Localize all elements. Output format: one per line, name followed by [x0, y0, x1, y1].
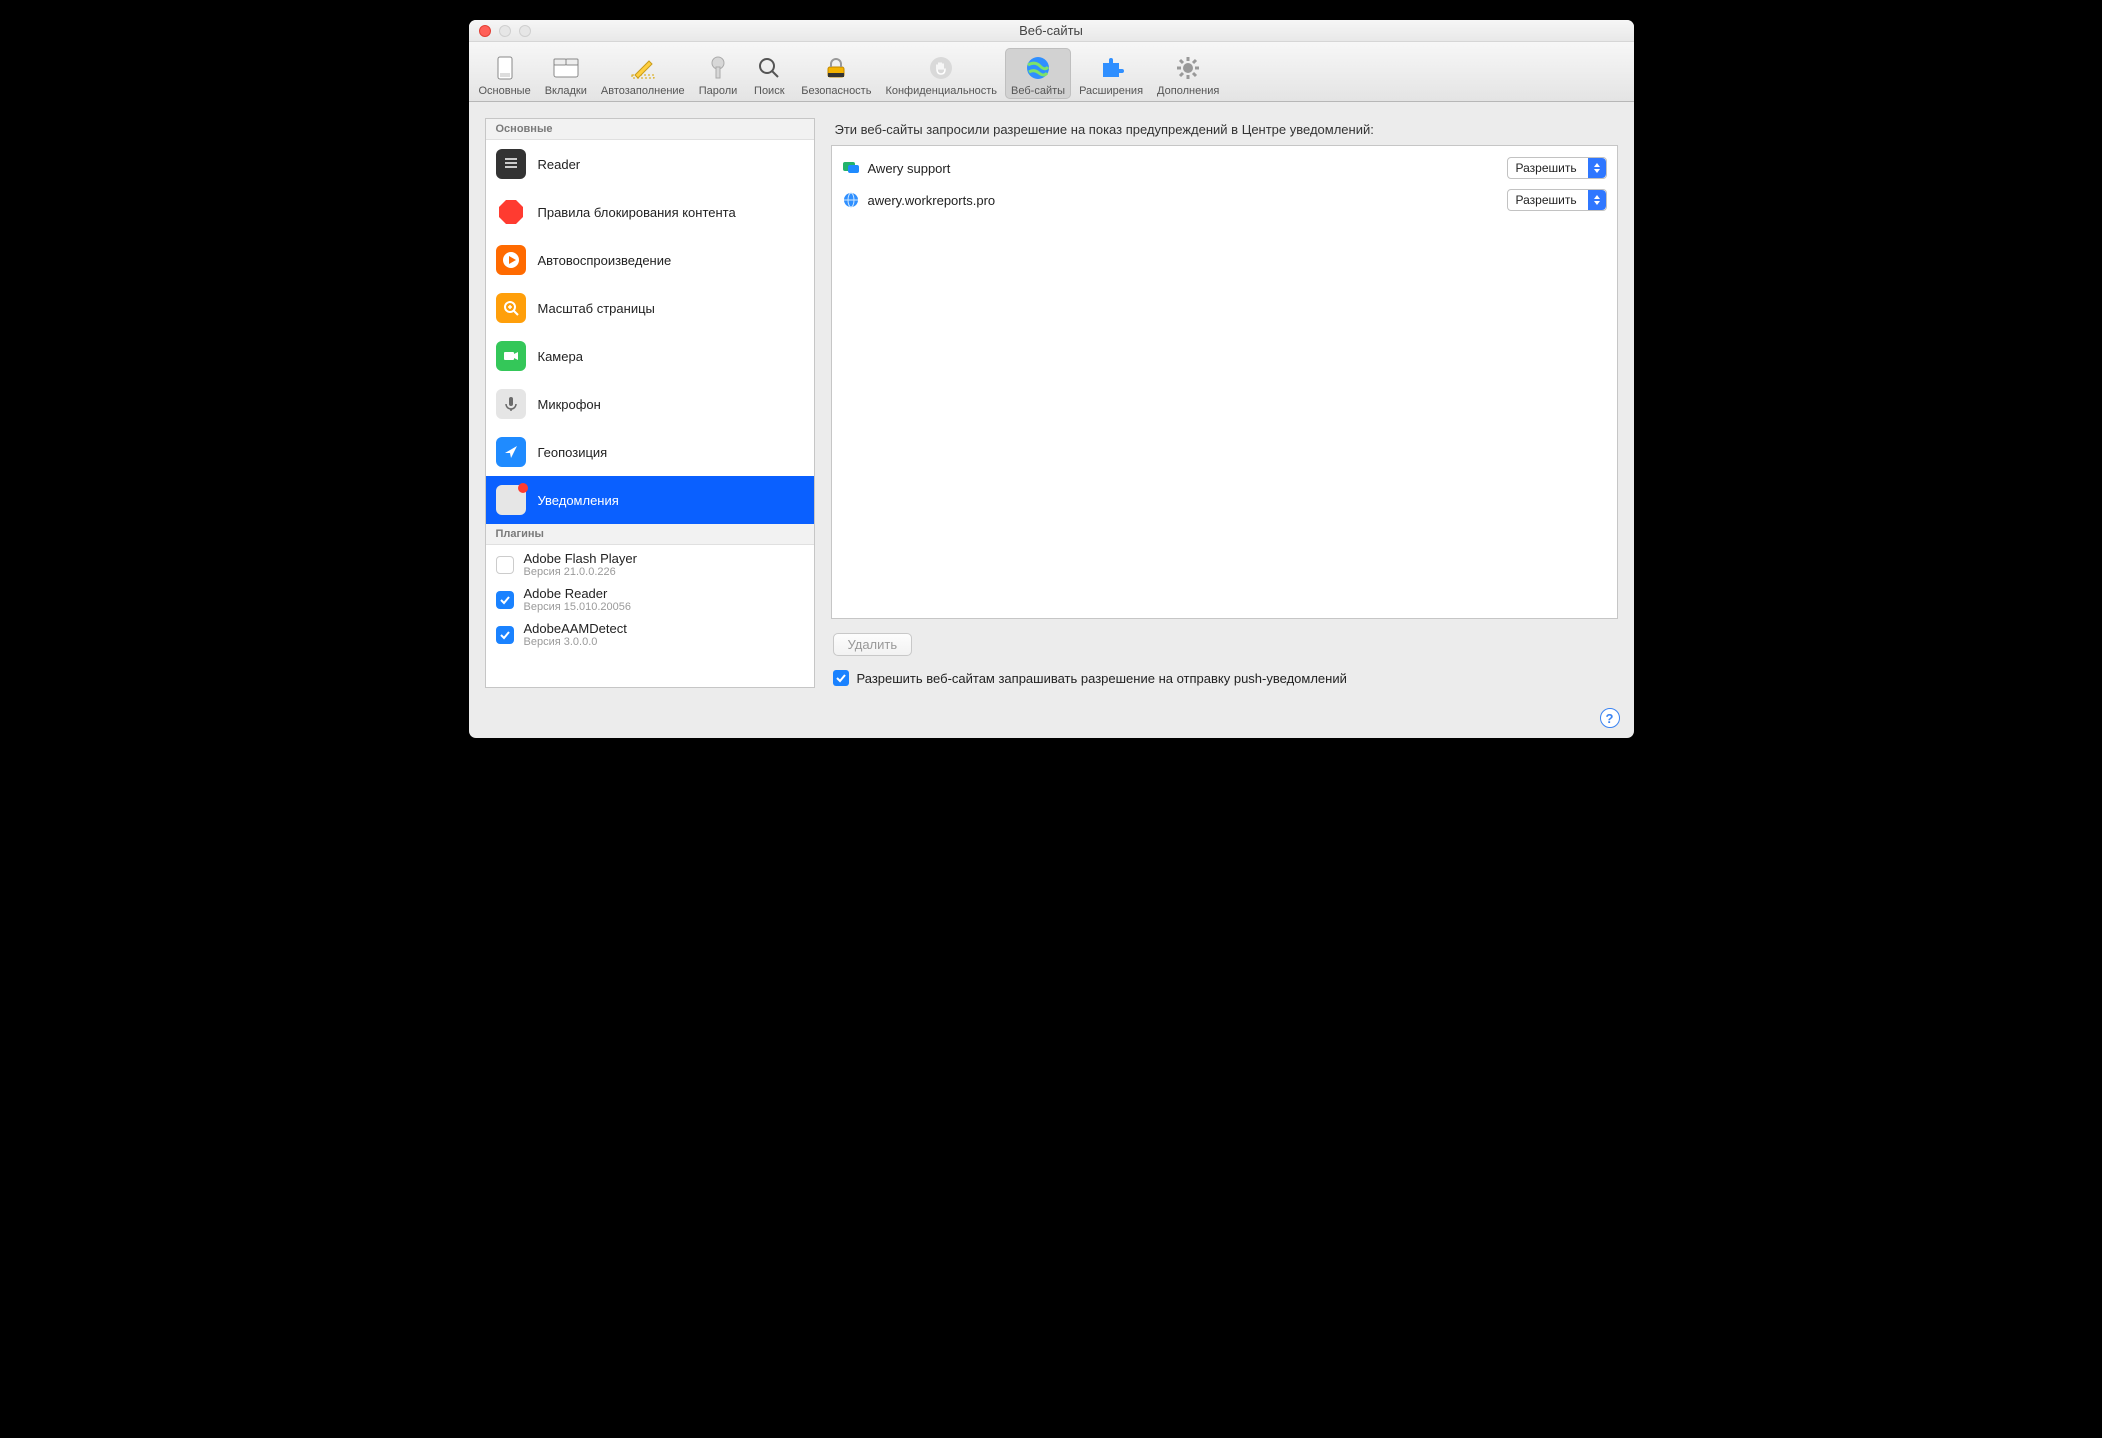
main-heading: Эти веб-сайты запросили разрешение на по… [835, 122, 1614, 137]
sidebar: Основные Reader Правила блокирования кон… [485, 118, 815, 688]
globe-icon [1022, 52, 1054, 84]
toolbar-label: Пароли [699, 85, 738, 97]
sidebar-item-label: Уведомления [538, 493, 619, 508]
globe-small-icon [842, 191, 860, 209]
sidebar-item-reader[interactable]: Reader [486, 140, 814, 188]
toolbar-label: Веб-сайты [1011, 85, 1065, 97]
plugin-name: AdobeAAMDetect [524, 621, 627, 636]
toolbar-advanced[interactable]: Дополнения [1151, 48, 1225, 99]
permission-select[interactable]: Разрешить [1507, 189, 1607, 211]
site-row[interactable]: awery.workreports.pro Разрешить [840, 184, 1609, 216]
toolbar: Основные Вкладки Автозаполнение Пароли П… [469, 42, 1634, 102]
help-area: ? [469, 704, 1634, 738]
allow-push-checkbox[interactable] [833, 670, 849, 686]
key-icon [702, 52, 734, 84]
toolbar-autofill[interactable]: Автозаполнение [595, 48, 691, 99]
site-row[interactable]: Awery support Разрешить [840, 152, 1609, 184]
allow-push-label: Разрешить веб-сайтам запрашивать разреше… [857, 671, 1347, 686]
plugin-version: Версия 15.010.20056 [524, 601, 632, 613]
notification-icon [496, 485, 526, 515]
general-icon [489, 52, 521, 84]
sidebar-item-label: Микрофон [538, 397, 601, 412]
tabs-icon [550, 52, 582, 84]
plugin-row[interactable]: Adobe Flash Player Версия 21.0.0.226 [486, 545, 814, 580]
reader-icon [496, 149, 526, 179]
plugin-name: Adobe Reader [524, 586, 632, 601]
sidebar-item-label: Автовоспроизведение [538, 253, 672, 268]
site-name: Awery support [868, 161, 1499, 176]
toolbar-label: Безопасность [801, 85, 871, 97]
select-arrows-icon [1588, 190, 1606, 210]
plugin-version: Версия 3.0.0.0 [524, 636, 627, 648]
plugin-row[interactable]: Adobe Reader Версия 15.010.20056 [486, 580, 814, 615]
preferences-window: Веб-сайты Основные Вкладки Автозаполнени… [469, 20, 1634, 738]
toolbar-label: Дополнения [1157, 85, 1219, 97]
sidebar-item-content-blockers[interactable]: Правила блокирования контента [486, 188, 814, 236]
puzzle-icon [1095, 52, 1127, 84]
sidebar-item-zoom[interactable]: Масштаб страницы [486, 284, 814, 332]
toolbar-extensions[interactable]: Расширения [1073, 48, 1149, 99]
sidebar-item-label: Reader [538, 157, 581, 172]
plugin-row[interactable]: AdobeAAMDetect Версия 3.0.0.0 [486, 615, 814, 650]
stop-icon [496, 197, 526, 227]
hand-icon [925, 52, 957, 84]
content-area: Основные Reader Правила блокирования кон… [469, 102, 1634, 704]
toolbar-label: Основные [479, 85, 531, 97]
site-list: Awery support Разрешить awery.workreport… [831, 145, 1618, 619]
sidebar-item-location[interactable]: Геопозиция [486, 428, 814, 476]
microphone-icon [496, 389, 526, 419]
plugin-checkbox[interactable] [496, 556, 514, 574]
sidebar-section-general: Основные [486, 119, 814, 140]
window-title: Веб-сайты [469, 23, 1634, 38]
toolbar-security[interactable]: Безопасность [795, 48, 877, 99]
location-icon [496, 437, 526, 467]
sidebar-item-label: Камера [538, 349, 583, 364]
site-name: awery.workreports.pro [868, 193, 1499, 208]
play-icon [496, 245, 526, 275]
toolbar-passwords[interactable]: Пароли [693, 48, 744, 99]
sidebar-item-autoplay[interactable]: Автовоспроизведение [486, 236, 814, 284]
sidebar-item-label: Масштаб страницы [538, 301, 655, 316]
allow-push-row[interactable]: Разрешить веб-сайтам запрашивать разреше… [833, 670, 1616, 686]
toolbar-label: Конфиденциальность [885, 85, 997, 97]
sidebar-item-label: Правила блокирования контента [538, 205, 736, 220]
plugin-list: Adobe Flash Player Версия 21.0.0.226 Ado… [486, 545, 814, 687]
toolbar-tabs[interactable]: Вкладки [539, 48, 593, 99]
sidebar-section-plugins: Плагины [486, 524, 814, 545]
sidebar-item-notifications[interactable]: Уведомления [486, 476, 814, 524]
permission-value: Разрешить [1516, 193, 1577, 207]
lock-icon [820, 52, 852, 84]
delete-button[interactable]: Удалить [833, 633, 913, 656]
toolbar-general[interactable]: Основные [473, 48, 537, 99]
plugin-version: Версия 21.0.0.226 [524, 566, 637, 578]
zoom-icon [496, 293, 526, 323]
toolbar-privacy[interactable]: Конфиденциальность [879, 48, 1003, 99]
help-button[interactable]: ? [1600, 708, 1620, 728]
chat-icon [842, 159, 860, 177]
sidebar-item-label: Геопозиция [538, 445, 608, 460]
toolbar-label: Автозаполнение [601, 85, 685, 97]
toolbar-websites[interactable]: Веб-сайты [1005, 48, 1071, 99]
toolbar-label: Расширения [1079, 85, 1143, 97]
plugin-name: Adobe Flash Player [524, 551, 637, 566]
toolbar-search[interactable]: Поиск [745, 48, 793, 99]
titlebar[interactable]: Веб-сайты [469, 20, 1634, 42]
permission-value: Разрешить [1516, 161, 1577, 175]
search-icon [753, 52, 785, 84]
camera-icon [496, 341, 526, 371]
plugin-checkbox[interactable] [496, 591, 514, 609]
sidebar-item-camera[interactable]: Камера [486, 332, 814, 380]
toolbar-label: Вкладки [545, 85, 587, 97]
gear-icon [1172, 52, 1204, 84]
pencil-icon [627, 52, 659, 84]
select-arrows-icon [1588, 158, 1606, 178]
plugin-checkbox[interactable] [496, 626, 514, 644]
main-panel: Эти веб-сайты запросили разрешение на по… [831, 118, 1618, 688]
permission-select[interactable]: Разрешить [1507, 157, 1607, 179]
toolbar-label: Поиск [754, 85, 784, 97]
sidebar-item-microphone[interactable]: Микрофон [486, 380, 814, 428]
